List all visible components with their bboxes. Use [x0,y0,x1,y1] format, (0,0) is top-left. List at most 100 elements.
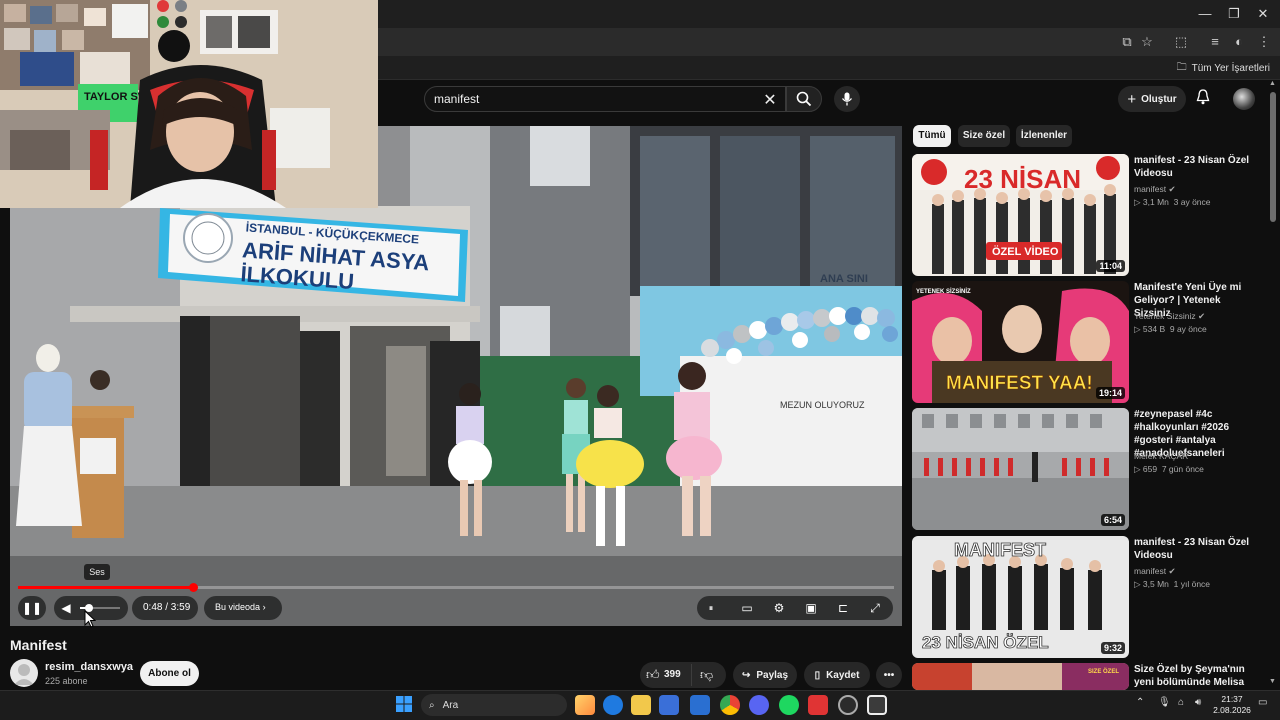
time-display: 0:48 / 3:59 [143,602,191,613]
install-app-icon[interactable]: ⧉ [1118,33,1136,51]
chrome-icon[interactable] [720,695,740,715]
chip-watched[interactable]: İzlenenler [1016,125,1072,147]
recommendation-item[interactable]: 6:54 #zeynepasel #4c #halkoyunları #2026… [912,408,1262,530]
channel-avatar[interactable] [10,659,38,687]
chapter-label: Bu videoda [215,602,261,612]
recommendation-title[interactable]: manifest - 23 Nisan Özel Videosu [1134,536,1258,562]
all-bookmarks-button[interactable]: 🗀 Tüm Yer İşaretleri [1177,60,1270,77]
outlook-icon[interactable] [690,695,710,715]
settings-gear-icon[interactable]: ⚙ [769,596,789,620]
verified-icon: ✔ [1168,566,1176,576]
bell-icon [1196,89,1210,105]
bookmark-icon: ▯ [814,669,821,681]
bookmark-star-icon[interactable]: ☆ [1138,33,1156,51]
channel-label: manifest [1134,566,1167,576]
upload-age: 3 ay önce [1173,197,1211,207]
progress-bar-played [18,586,193,589]
autoplay-toggle-icon[interactable]: ⏸ [702,596,720,620]
search-button[interactable] [786,86,822,112]
speaker-icon[interactable]: 🔊︎ [1195,697,1201,708]
subscriber-count: 225 abone [45,676,88,686]
more-horizontal-icon: ••• [883,669,895,681]
close-window-icon[interactable]: ✕ [1246,4,1280,24]
dislike-button[interactable]: 👎︎ [700,667,713,683]
channel-label: Yetenek Sizsiniz [1134,311,1196,321]
verified-icon: ✔ [1197,311,1206,321]
obs-icon[interactable] [838,695,858,715]
clear-search-icon[interactable]: ✕ [762,90,778,110]
voice-search-button[interactable] [834,86,860,112]
webcam-overlay: TAYLOR SWIFT [0,0,378,208]
browser-menu-icon[interactable]: ⋮ [1255,33,1273,51]
chip-all[interactable]: Tümü [913,125,951,147]
chip-for-you[interactable]: Size özel [958,125,1010,147]
folder-icon: 🗀 [1176,62,1187,73]
scroll-up-icon[interactable]: ▲ [1269,80,1276,87]
save-label: Kaydet [826,669,860,681]
view-count: 3,5 Mn [1142,579,1169,589]
play-icon: ▷ [1134,197,1143,207]
file-explorer-icon[interactable] [631,695,651,715]
thumbnail-subtitle-text: 23 NİSAN ÖZEL [922,633,1049,652]
page-scrollbar[interactable] [1270,92,1276,222]
video-thumbnail[interactable]: MANIFEST 23 NİSAN ÖZEL 9:32 [912,536,1129,658]
microphone-tray-icon[interactable]: 🎙︎ [1158,697,1171,708]
red-app-icon[interactable] [808,695,828,715]
recommendation-meta: ▷ 3,1 Mn 3 ay önce [1134,197,1211,208]
scroll-down-icon[interactable]: ▼ [1269,678,1276,685]
volume-icon[interactable]: ◀ [56,596,76,620]
taskbar-clock[interactable]: 21:37 2.08.2026 [1210,694,1254,716]
video-thumbnail[interactable]: 6:54 [912,408,1129,530]
widgets-icon[interactable] [575,695,595,715]
upload-age: 1 yıl önce [1173,579,1211,589]
recommendation-item[interactable]: SIZE ÖZEL Size Özel by Şeyma'nın yeni bö… [912,663,1262,690]
like-count: 399 [664,669,681,680]
upload-age: 7 gün önce [1161,464,1204,474]
spotify-icon[interactable] [779,695,799,715]
channel-name[interactable]: resim_dansxwya [45,661,133,673]
recommendation-title[interactable]: Size Özel by Şeyma'nın yeni bölümünde Me… [1134,663,1258,690]
active-app-icon[interactable] [867,695,887,715]
thumbnail-title-text: 23 NİSAN [964,164,1081,194]
notifications-button[interactable] [1196,89,1210,108]
video-thumbnail[interactable]: 23 NİSAN ÖZEL VİDEO 11:04 [912,154,1129,276]
chevron-right-icon: › [262,602,266,612]
account-avatar[interactable] [1233,88,1255,110]
more-actions-button[interactable]: ••• [876,662,902,688]
subtitles-icon[interactable]: ▭ [737,596,757,620]
recommendation-title[interactable]: manifest - 23 Nisan Özel Videosu [1134,154,1258,180]
fullscreen-icon[interactable]: ⤢ [865,596,885,620]
share-button[interactable]: ↪ Paylaş [733,662,797,688]
cast-icon[interactable]: ⊏ [833,596,853,620]
create-label: Oluştur [1141,93,1177,105]
save-button[interactable]: ▯ Kaydet [804,662,870,688]
thumbnail-image: 23 NİSAN ÖZEL VİDEO [912,154,1129,276]
network-icon[interactable]: ⌂ [1178,697,1184,708]
recommendation-item[interactable]: 23 NİSAN ÖZEL VİDEO 11:04 manifest - 23 … [912,154,1262,276]
plus-icon: + [1127,90,1137,108]
progress-scrubber[interactable] [189,583,198,592]
profile-icon[interactable]: ◐ [1230,33,1248,51]
create-button[interactable]: + Oluştur [1118,86,1186,112]
windows-start-icon[interactable] [396,696,412,717]
extensions-icon[interactable]: ⬚ [1172,33,1190,51]
search-input[interactable]: manifest [434,92,479,106]
theater-mode-icon[interactable]: ▣ [801,596,821,620]
recommendation-item[interactable]: MANIFEST 23 NİSAN ÖZEL 9:32 manifest - 2… [912,536,1262,658]
edge-browser-icon[interactable] [603,695,623,715]
taskbar-search[interactable]: ⌕ Ara [421,694,567,716]
discord-icon[interactable] [749,695,769,715]
subscribe-button[interactable]: Abone ol [140,661,199,686]
store-icon[interactable] [659,695,679,715]
upload-age: 9 ay önce [1169,324,1207,334]
recommendation-item[interactable]: YETENEK SİZSİNİZ MANIFEST YAA! 19:14 Man… [912,281,1262,403]
video-thumbnail[interactable]: YETENEK SİZSİNİZ MANIFEST YAA! 19:14 [912,281,1129,403]
thumbs-down-icon: 👎︎ [700,667,714,682]
notification-center-icon[interactable]: ▭ [1258,697,1267,708]
video-thumbnail[interactable]: SIZE ÖZEL [912,663,1129,690]
recommendation-channel: manifest ✔ [1134,184,1176,195]
media-controls-icon[interactable]: ≡ [1206,33,1224,51]
like-button[interactable]: 👍︎ [646,667,660,683]
tray-chevron-up-icon[interactable]: ⌃ [1136,697,1144,708]
volume-tooltip: Ses [84,564,110,580]
